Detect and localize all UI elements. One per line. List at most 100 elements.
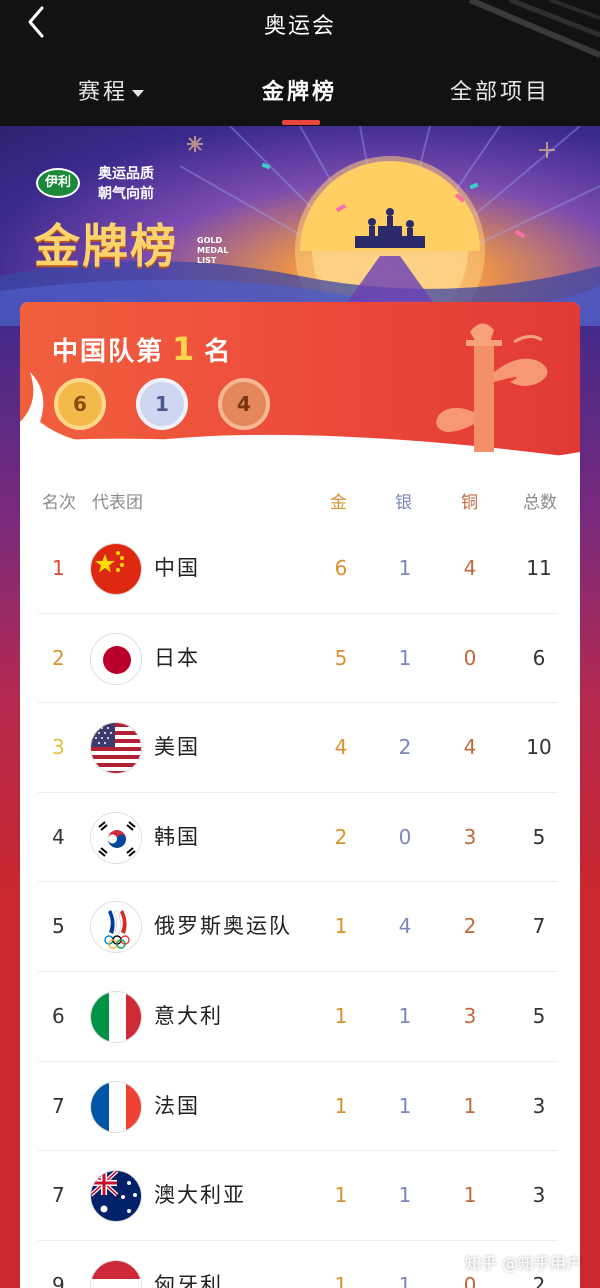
bronze-count: 4 [237,392,251,416]
table-row[interactable]: 3 美国 4 2 4 10 [38,703,558,793]
row-rank: 6 [52,1003,65,1028]
tab-all-events[interactable]: 全部项目 [450,74,550,106]
row-rank: 7 [52,1093,65,1118]
table-row[interactable]: 2 日本 5 1 0 6 [38,614,558,704]
china-flag-icon [90,543,142,595]
header-gold: 金 [330,493,347,513]
active-tab-indicator [282,120,320,125]
china-summary: 中国队第 1 名 6 1 4 [20,302,580,460]
row-team: 日本 [154,645,200,670]
row-silver: 0 [398,824,412,849]
caret-down-icon [132,89,145,97]
row-gold: 1 [334,1093,348,1118]
row-bronze: 2 [463,914,477,939]
huabiao-pillar-icon [436,323,548,452]
silver-count: 1 [155,392,169,416]
row-total: 11 [526,556,552,580]
row-silver: 1 [398,645,412,670]
row-rank: 2 [52,645,65,670]
roc-flag-icon [90,901,142,954]
table-row[interactable]: 7 澳大利亚 1 1 1 3 [38,1151,558,1241]
row-rank: 9 [52,1272,65,1288]
row-bronze: 1 [463,1093,477,1118]
row-gold: 2 [334,824,348,849]
row-rank: 1 [52,556,65,580]
top-nav-bar: 奥运会 赛程 金牌榜 全部项目 [0,0,600,126]
france-flag-icon [90,1080,142,1133]
row-bronze: 3 [463,1003,477,1028]
table-header: 名次 代表团 金 银 铜 总数 [20,488,580,518]
header-rank: 名次 [42,493,76,513]
gold-count: 6 [73,392,87,416]
decorative-streaks [468,0,600,58]
banner-subtitle-line-2: MEDAL [197,246,229,255]
table-row[interactable]: 4 韩国 2 0 3 5 [38,793,558,883]
row-silver: 1 [398,1093,412,1118]
italy-flag-icon [90,990,142,1043]
row-bronze: 0 [463,645,477,670]
row-team: 俄罗斯奥运队 [154,914,292,939]
rank-prefix: 中国队第 [52,337,165,367]
row-silver: 2 [398,735,412,760]
table-row[interactable]: 1 中国 6 1 4 11 [38,524,558,614]
japan-flag-icon [90,632,142,685]
row-total: 10 [526,735,552,760]
row-total: 3 [532,1183,546,1208]
row-rank: 3 [52,735,65,760]
row-rank: 5 [52,914,65,939]
row-team: 澳大利亚 [154,1183,246,1208]
medal-table-rows: 1 中国 6 1 4 11 2 日本 5 1 0 6 3 美国 4 2 4 10… [20,524,580,1288]
header-total: 总数 [523,493,557,513]
tab-schedule-label: 赛程 [78,80,129,105]
row-team: 韩国 [154,824,200,849]
header-silver: 银 [395,493,412,513]
row-silver: 1 [398,1183,412,1208]
medal-banner: 伊利 奥运品质 朝气向前 金牌榜 GOLD MEDAL LIST [0,126,600,326]
row-gold: 1 [334,914,348,939]
row-gold: 1 [334,1003,348,1028]
row-gold: 6 [334,556,348,580]
table-row[interactable]: 6 意大利 1 1 3 5 [38,972,558,1062]
row-total: 5 [532,824,546,849]
australia-flag-icon [90,1170,142,1223]
china-rank-text: 中国队第 1 名 [52,330,232,368]
row-silver: 1 [398,556,412,580]
bronze-medal-icon: 4 [218,378,270,430]
korea-flag-icon [90,811,142,864]
row-bronze: 1 [463,1183,477,1208]
watermark: 知乎 @知乎用户 [464,1254,582,1273]
row-gold: 1 [334,1183,348,1208]
tab-schedule[interactable]: 赛程 [78,74,145,106]
row-bronze: 3 [463,824,477,849]
tab-medal-table-label: 金牌榜 [262,80,338,105]
hungary-flag-icon [90,1259,142,1288]
banner-slogan: 奥运品质 朝气向前 [98,164,154,204]
tab-all-events-label: 全部项目 [450,80,551,105]
row-silver: 1 [398,1003,412,1028]
silver-medal-icon: 1 [136,378,188,430]
table-row[interactable]: 5 俄罗斯奥运队 1 4 2 7 [38,882,558,972]
row-rank: 4 [52,824,65,849]
row-total: 7 [532,914,546,939]
slogan-line-1: 奥运品质 [98,166,154,182]
table-row[interactable]: 7 法国 1 1 1 3 [38,1062,558,1152]
header-team: 代表团 [92,493,143,513]
china-rank-number: 1 [172,330,197,368]
row-team: 匈牙利 [154,1272,223,1288]
row-total: 6 [532,645,546,670]
row-team: 意大利 [154,1003,223,1028]
row-gold: 1 [334,1272,348,1288]
slogan-line-2: 朝气向前 [98,186,154,202]
banner-subtitle-line-3: LIST [197,256,217,265]
gold-medal-icon: 6 [54,378,106,430]
usa-flag-icon [90,722,142,775]
tab-medal-table[interactable]: 金牌榜 [262,74,337,106]
tab-bar: 赛程 金牌榜 全部项目 [0,68,600,126]
header-bronze: 铜 [461,493,478,513]
row-silver: 4 [398,914,412,939]
rank-suffix: 名 [204,337,233,367]
row-team: 法国 [154,1093,200,1118]
row-gold: 5 [334,645,348,670]
row-team: 中国 [154,556,200,580]
yili-logo: 伊利 [36,168,80,198]
